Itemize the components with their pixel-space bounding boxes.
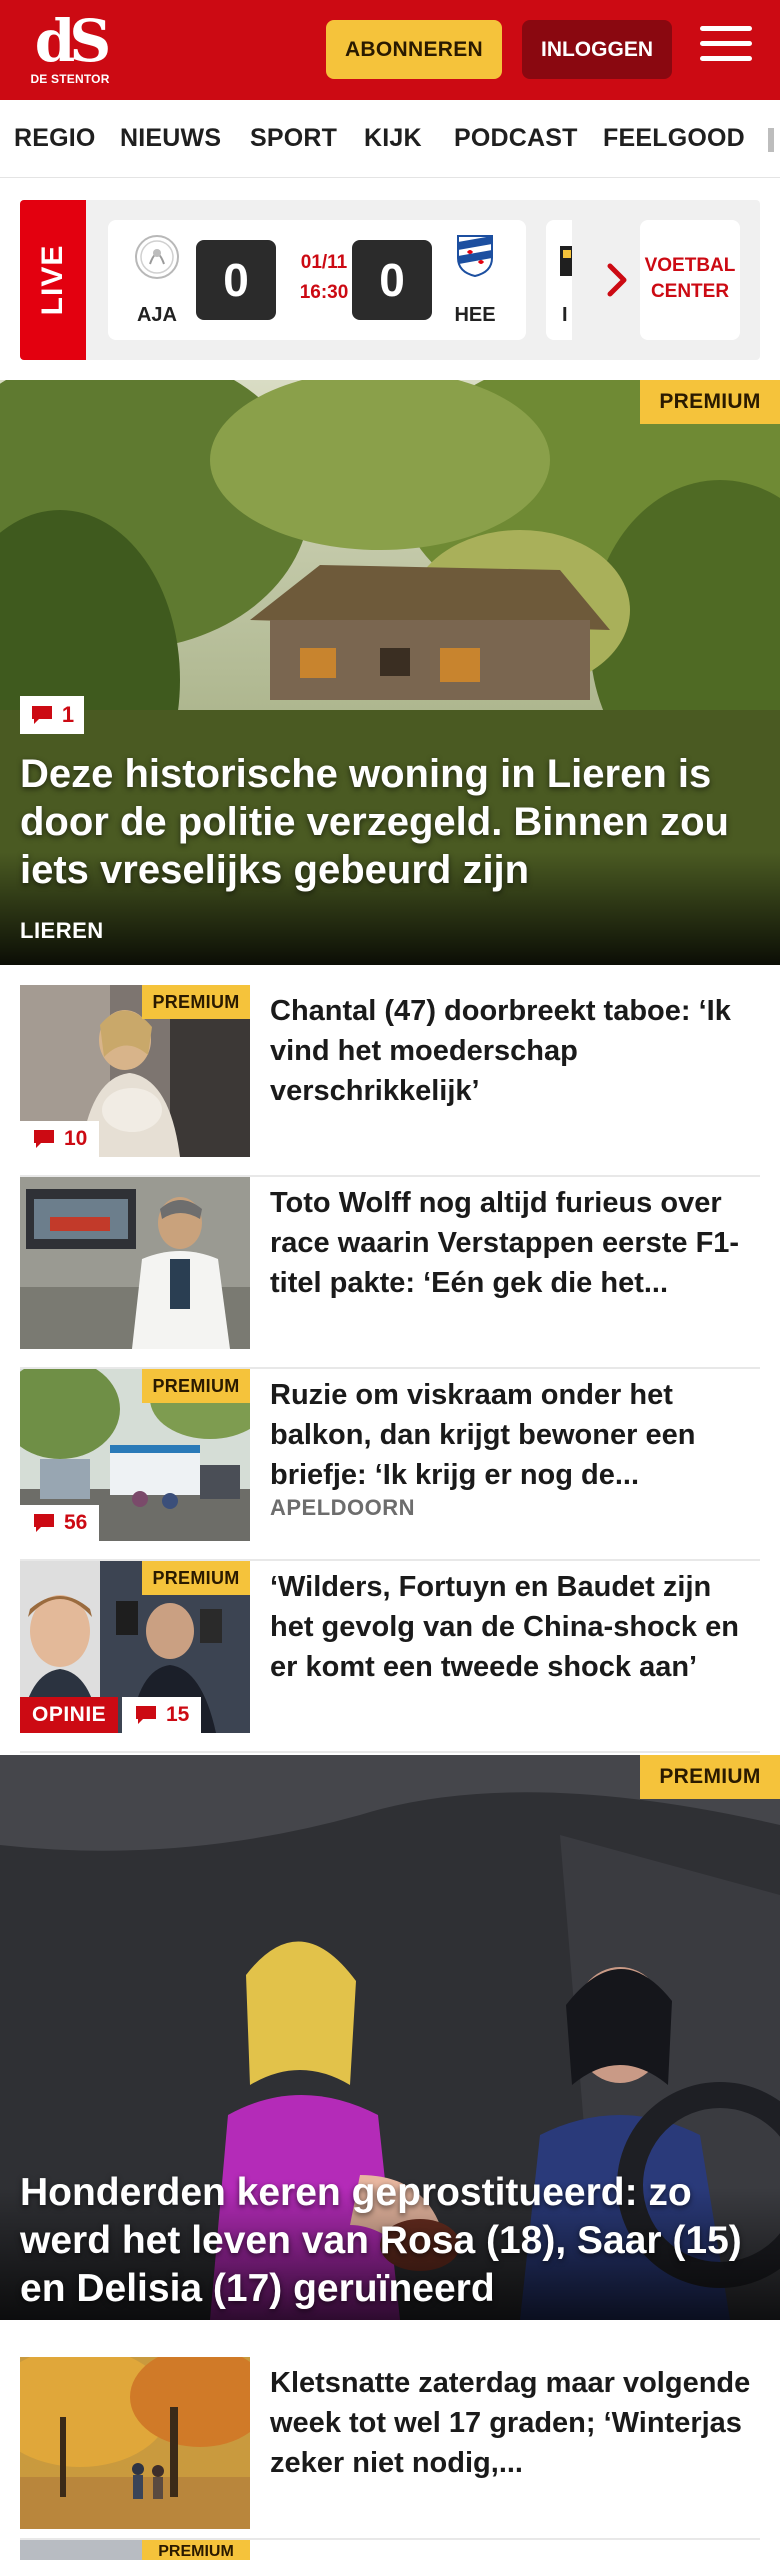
- nav-item-kijk[interactable]: KIJK: [364, 124, 422, 153]
- list-item[interactable]: Kletsnatte zaterdag maar volgende week t…: [20, 2357, 760, 2540]
- article-thumbnail: PREMIUM 56: [20, 1369, 250, 1541]
- live-tag: LIVE: [20, 200, 86, 360]
- match-card-partial[interactable]: I: [546, 220, 572, 340]
- comment-count[interactable]: 1: [20, 696, 84, 734]
- away-team-code: HEE: [454, 304, 496, 326]
- premium-badge: PREMIUM: [640, 1755, 780, 1799]
- article-thumbnail: PREMIUM OPINIE 15: [20, 1561, 250, 1733]
- live-scores-strip: LIVE AJA 0 01/11 16:30 0 HEE I VOETBAL C…: [20, 200, 760, 360]
- comment-count-value: 1: [61, 702, 75, 727]
- featured-article[interactable]: PREMIUM Honderden keren geprostitueerd: …: [0, 1755, 780, 2320]
- article-title[interactable]: Kletsnatte zaterdag maar volgende week t…: [270, 2363, 760, 2483]
- partial-team-code: I: [562, 304, 568, 326]
- opinion-tag: OPINIE: [20, 1697, 119, 1733]
- home-team-code: AJA: [136, 304, 177, 326]
- premium-badge: PREMIUM: [142, 1561, 250, 1595]
- article-thumbnail: [20, 2357, 250, 2529]
- comment-count[interactable]: 10: [20, 1121, 100, 1157]
- logo-subtitle: DE STENTOR: [30, 72, 110, 86]
- article-image: [20, 2357, 250, 2529]
- voetbal-center-line1: VOETBAL: [644, 255, 736, 276]
- comment-icon: [34, 1130, 54, 1148]
- ajax-crest-icon: [135, 235, 179, 279]
- article-title[interactable]: Chantal (47) doorbreekt taboe: ‘Ik vind …: [270, 991, 760, 1111]
- match-time: 16:30: [299, 282, 349, 303]
- subscribe-button[interactable]: ABONNEREN: [326, 20, 502, 79]
- comment-count[interactable]: 15: [122, 1697, 202, 1733]
- comment-icon: [31, 706, 52, 724]
- hero-location: LIEREN: [20, 918, 104, 943]
- article-thumbnail: PREMIUM 10: [20, 985, 250, 1157]
- article-title[interactable]: ‘Wilders, Fortuyn en Baudet zijn het gev…: [270, 1567, 760, 1687]
- hero-title[interactable]: Deze historische woning in Lieren is doo…: [20, 750, 760, 894]
- article-title[interactable]: Toto Wolff nog altijd furieus over race …: [270, 1183, 760, 1303]
- home-score: 0: [196, 240, 276, 320]
- login-button[interactable]: INLOGGEN: [522, 20, 672, 79]
- premium-badge: PREMIUM: [142, 985, 250, 1019]
- article-thumbnail: [20, 1177, 250, 1349]
- article-title[interactable]: Ruzie om viskraam onder het balkon, dan …: [270, 1375, 760, 1495]
- site-logo[interactable]: dS DE STENTOR: [28, 12, 112, 88]
- comment-count-value: 10: [64, 1127, 88, 1150]
- article-location: APELDOORN: [270, 1495, 416, 1520]
- list-item[interactable]: PREMIUM OPINIE 15 ‘Wilders, Fortuyn en B…: [20, 1561, 760, 1753]
- chevron-right-icon[interactable]: [592, 250, 644, 310]
- comment-count-value: 15: [166, 1703, 190, 1726]
- nav-item-podcast[interactable]: PODCAST: [454, 124, 578, 153]
- logo-mark: dS: [34, 7, 111, 75]
- list-item[interactable]: Toto Wolff nog altijd furieus over race …: [20, 1177, 760, 1369]
- match-datetime: 01/11 16:30: [288, 248, 360, 308]
- hamburger-menu-icon[interactable]: [700, 26, 752, 72]
- nav-overflow-hint: [768, 128, 774, 152]
- featured-title[interactable]: Honderden keren geprostitueerd: zo werd …: [20, 2169, 770, 2313]
- nav-item-sport[interactable]: SPORT: [250, 124, 337, 153]
- section-nav: REGIO NIEUWS SPORT KIJK PODCAST FEELGOOD: [0, 100, 780, 178]
- premium-badge: PREMIUM: [640, 380, 780, 424]
- premium-badge: PREMIUM: [142, 1369, 250, 1403]
- list-item[interactable]: PREMIUM 10 Chantal (47) doorbreekt taboe…: [20, 985, 760, 1177]
- team-crest-icon: [560, 246, 572, 276]
- voetbal-center-button[interactable]: VOETBAL CENTER: [640, 220, 740, 340]
- live-label: LIVE: [36, 244, 69, 316]
- nav-item-nieuws[interactable]: NIEUWS: [120, 124, 221, 153]
- away-score: 0: [352, 240, 432, 320]
- site-header: dS DE STENTOR ABONNEREN INLOGGEN: [0, 0, 780, 100]
- hero-article[interactable]: PREMIUM 1 Deze historische woning in Lie…: [0, 380, 780, 965]
- partial-list-item: PREMIUM: [20, 2540, 760, 2560]
- voetbal-center-line2: CENTER: [650, 281, 730, 302]
- nav-item-feelgood[interactable]: FEELGOOD: [603, 124, 745, 153]
- heerenveen-crest-icon: [457, 235, 493, 278]
- nav-item-regio[interactable]: REGIO: [14, 124, 96, 153]
- article-image: [20, 1177, 250, 1349]
- comment-icon: [34, 1514, 54, 1532]
- list-item[interactable]: PREMIUM 56 Ruzie om viskraam onder het b…: [20, 1369, 760, 1561]
- comment-count-value: 56: [64, 1511, 88, 1534]
- comment-count[interactable]: 56: [20, 1505, 100, 1541]
- match-card[interactable]: AJA 0 01/11 16:30 0 HEE: [108, 220, 526, 340]
- match-date: 01/11: [300, 252, 348, 273]
- premium-badge: PREMIUM: [142, 2540, 250, 2560]
- comment-icon: [136, 1706, 156, 1724]
